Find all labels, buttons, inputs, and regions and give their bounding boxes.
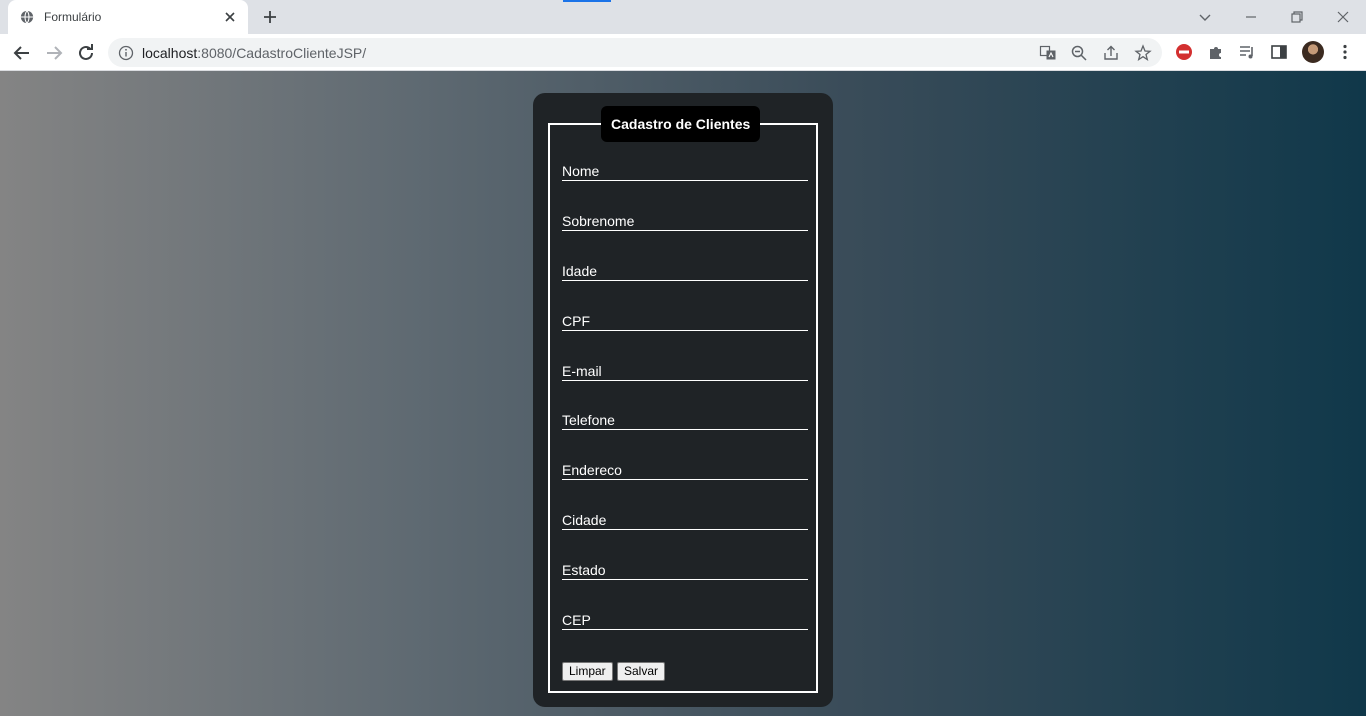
site-info-icon[interactable] <box>118 45 134 61</box>
translate-icon[interactable] <box>1039 44 1057 62</box>
telefone-field[interactable] <box>562 410 808 430</box>
cpf-input[interactable] <box>562 311 808 330</box>
side-panel-icon[interactable] <box>1270 43 1288 61</box>
url-path: :8080/CadastroClienteJSP/ <box>197 45 367 61</box>
back-icon[interactable] <box>10 41 34 65</box>
profile-avatar[interactable] <box>1302 41 1324 63</box>
estado-input[interactable] <box>562 560 808 579</box>
telefone-input[interactable] <box>562 410 808 429</box>
forward-icon[interactable] <box>42 41 66 65</box>
cep-field[interactable] <box>562 610 808 630</box>
sobrenome-field[interactable] <box>562 211 808 231</box>
cidade-field[interactable] <box>562 510 808 530</box>
close-tab-icon[interactable] <box>222 9 238 25</box>
cep-input[interactable] <box>562 610 808 629</box>
save-button[interactable]: Salvar <box>617 662 666 681</box>
idade-input[interactable] <box>562 261 808 280</box>
cidade-input[interactable] <box>562 510 808 529</box>
adblock-extension-icon[interactable] <box>1175 43 1193 61</box>
fieldset-border <box>548 123 818 693</box>
media-queue-icon[interactable] <box>1238 43 1256 61</box>
endereco-input[interactable] <box>562 460 808 479</box>
form-card: Cadastro de Clientes Lim <box>533 93 833 707</box>
url-text: localhost:8080/CadastroClienteJSP/ <box>142 45 366 61</box>
bookmark-star-icon[interactable] <box>1134 44 1152 62</box>
email-field[interactable] <box>562 361 808 381</box>
url-host: localhost <box>142 45 198 61</box>
tab-strip: Formulário <box>0 0 1366 34</box>
clear-button[interactable]: Limpar <box>562 662 613 681</box>
globe-icon <box>20 10 34 24</box>
cpf-field[interactable] <box>562 311 808 331</box>
email-input[interactable] <box>562 361 808 380</box>
tab-search-icon[interactable] <box>1195 7 1215 27</box>
browser-tab[interactable]: Formulário <box>8 0 248 34</box>
reload-icon[interactable] <box>74 41 98 65</box>
restore-icon[interactable] <box>1287 7 1307 27</box>
minimize-icon[interactable] <box>1241 7 1261 27</box>
nome-field[interactable] <box>562 161 808 181</box>
nome-input[interactable] <box>562 161 808 180</box>
idade-field[interactable] <box>562 261 808 281</box>
zoom-icon[interactable] <box>1070 44 1088 62</box>
new-tab-icon[interactable] <box>260 7 280 27</box>
menu-dots-icon[interactable] <box>1336 43 1354 61</box>
tab-strip-accent <box>563 0 611 2</box>
browser-toolbar: localhost:8080/CadastroClienteJSP/ <box>0 34 1366 71</box>
estado-field[interactable] <box>562 560 808 580</box>
sobrenome-input[interactable] <box>562 211 808 230</box>
address-bar[interactable]: localhost:8080/CadastroClienteJSP/ <box>108 38 1162 67</box>
form-legend: Cadastro de Clientes <box>601 106 761 142</box>
tab-title: Formulário <box>44 10 102 24</box>
close-window-icon[interactable] <box>1333 7 1353 27</box>
endereco-field[interactable] <box>562 460 808 480</box>
share-icon[interactable] <box>1102 44 1120 62</box>
page-background: Cadastro de Clientes Lim <box>0 71 1366 716</box>
extensions-icon[interactable] <box>1207 43 1225 61</box>
